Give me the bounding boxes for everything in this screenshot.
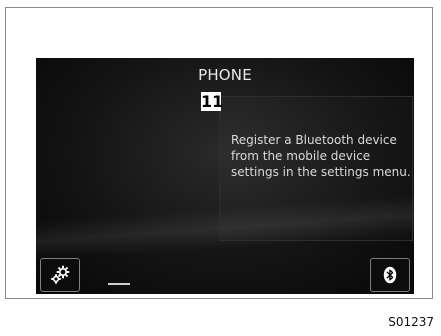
figure-code: S01237 <box>388 315 434 329</box>
phone-screen: PHONE 11 Register a Bluetooth device fro… <box>36 58 414 294</box>
register-message: Register a Bluetooth device from the mob… <box>231 133 411 179</box>
bluetooth-button[interactable] <box>370 258 410 292</box>
settings-button[interactable] <box>40 258 80 292</box>
callout-label: 11 <box>201 92 224 111</box>
gears-icon <box>51 265 70 284</box>
bluetooth-icon <box>383 266 397 284</box>
message-panel: Register a Bluetooth device from the mob… <box>219 96 413 241</box>
page-indicator <box>108 283 130 285</box>
screen-title: PHONE <box>198 66 252 84</box>
